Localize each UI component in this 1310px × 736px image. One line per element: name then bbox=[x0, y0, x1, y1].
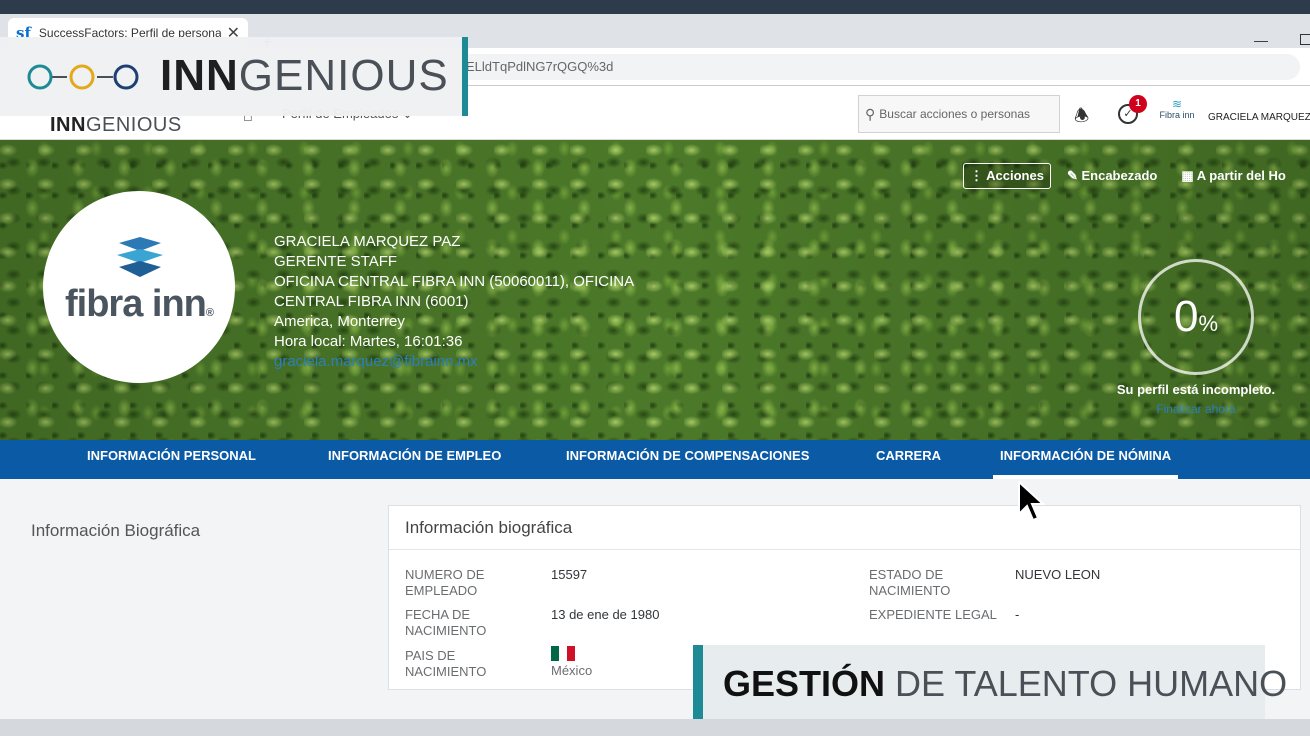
search-placeholder: Buscar acciones o personas bbox=[879, 107, 1031, 121]
brand-circles-icon bbox=[27, 64, 139, 90]
search-icon: ⚲ bbox=[865, 105, 876, 122]
notifications-bell-icon[interactable]: 🕭 bbox=[1074, 103, 1089, 132]
field-label: EXPEDIENTE LEGAL bbox=[869, 607, 997, 622]
fibra-inn-logo-icon bbox=[117, 237, 163, 277]
actions-button[interactable]: ⋮ Acciones bbox=[963, 163, 1051, 189]
lower-third-caption: GESTIÓN DE TALENTO HUMANO bbox=[693, 645, 1287, 719]
fibra-inn-logo-text: fibra inn® bbox=[65, 283, 214, 325]
field-label: NUMERO DE EMPLEADO bbox=[405, 567, 485, 598]
maximize-window-icon[interactable] bbox=[1300, 34, 1310, 45]
logo-bold-text: INN bbox=[50, 114, 86, 136]
tab-informacion-nomina[interactable]: INFORMACIÓN DE NÓMINA bbox=[993, 440, 1179, 479]
tab-carrera[interactable]: CARRERA bbox=[876, 440, 941, 479]
country-flag-icon bbox=[551, 646, 575, 664]
field-value: 13 de ene de 1980 bbox=[551, 607, 660, 622]
profile-photo[interactable]: fibra inn® bbox=[43, 191, 235, 383]
bottom-strip bbox=[0, 719, 1310, 736]
window-top-strip bbox=[0, 0, 1310, 14]
employee-name: GRACIELA MARQUEZ PAZ bbox=[274, 233, 461, 250]
tab-informacion-compensaciones[interactable]: INFORMACIÓN DE COMPENSACIONES bbox=[566, 440, 809, 479]
avatar-company-text: Fibra inn bbox=[1159, 110, 1195, 121]
employee-title: GERENTE STAFF bbox=[274, 253, 398, 270]
employee-email-link[interactable]: graciela.marquez@fibrainn.mx bbox=[274, 352, 674, 372]
brand-overlay: INNGENIOUS bbox=[0, 37, 468, 116]
mouse-cursor-icon bbox=[1018, 480, 1046, 522]
section-nav-title[interactable]: Información Biográfica bbox=[31, 521, 200, 541]
calendar-icon: ▦ bbox=[1181, 168, 1194, 183]
search-input[interactable]: ⚲ Buscar acciones o personas bbox=[858, 95, 1060, 133]
lower-third-text: GESTIÓN DE TALENTO HUMANO bbox=[723, 663, 1288, 704]
header-actions: ⋮ Acciones ✎ Encabezado ▦ A partir del H… bbox=[963, 163, 1310, 189]
url-field[interactable]: ELldTqPdlNG7rQGQ%3d bbox=[340, 54, 1300, 80]
field-value: México bbox=[551, 663, 593, 678]
card-title: Información biográfica bbox=[389, 506, 1300, 550]
as-of-date-button[interactable]: ▦ A partir del Ho bbox=[1181, 168, 1286, 184]
tab-informacion-empleo[interactable]: INFORMACIÓN DE EMPLEO bbox=[328, 440, 501, 479]
employee-local-time: Hora local: Martes, 16:01:36 bbox=[274, 333, 463, 350]
employee-department: OFICINA CENTRAL FIBRA INN (50060011), OF… bbox=[274, 273, 634, 310]
profile-header-banner: fibra inn® GRACIELA MARQUEZ PAZ GERENTE … bbox=[0, 140, 1310, 440]
field-label: ESTADO DE NACIMIENTO bbox=[869, 567, 951, 598]
field-value: 15597 bbox=[551, 567, 588, 582]
field-label: PAIS DE NACIMIENTO bbox=[405, 648, 487, 679]
field-label: FECHA DE NACIMIENTO bbox=[405, 607, 487, 638]
brand-wordmark: INNGENIOUS bbox=[160, 51, 449, 100]
employee-location: America, Monterrey bbox=[274, 313, 405, 330]
completeness-value: 0% bbox=[1173, 292, 1219, 341]
company-logo[interactable]: INNGENIOUS bbox=[50, 114, 182, 137]
user-avatar[interactable]: ≋ Fibra inn bbox=[1156, 97, 1198, 130]
field-value: - bbox=[1015, 607, 1020, 622]
logo-rest-text: GENIOUS bbox=[85, 114, 182, 136]
finish-now-link[interactable]: Finalizar ahora bbox=[1140, 402, 1252, 416]
todo-count-badge: 1 bbox=[1129, 95, 1147, 113]
minimize-window-icon[interactable]: — bbox=[1254, 32, 1268, 48]
profile-tabs: INFORMACIÓN PERSONAL INFORMACIÓN DE EMPL… bbox=[0, 440, 1310, 479]
edit-header-button[interactable]: ✎ Encabezado bbox=[1067, 168, 1157, 184]
user-menu[interactable]: GRACIELA MARQUEZ bbox=[1208, 112, 1310, 123]
profile-completeness-gauge: 0% bbox=[1138, 259, 1254, 375]
field-value: NUEVO LEON bbox=[1015, 567, 1101, 582]
employee-info: GRACIELA MARQUEZ PAZ GERENTE STAFF OFICI… bbox=[274, 232, 674, 372]
tab-informacion-personal[interactable]: INFORMACIÓN PERSONAL bbox=[87, 440, 256, 479]
pencil-icon: ✎ bbox=[1066, 168, 1078, 183]
completeness-caption: Su perfil está incompleto. bbox=[1116, 382, 1276, 397]
